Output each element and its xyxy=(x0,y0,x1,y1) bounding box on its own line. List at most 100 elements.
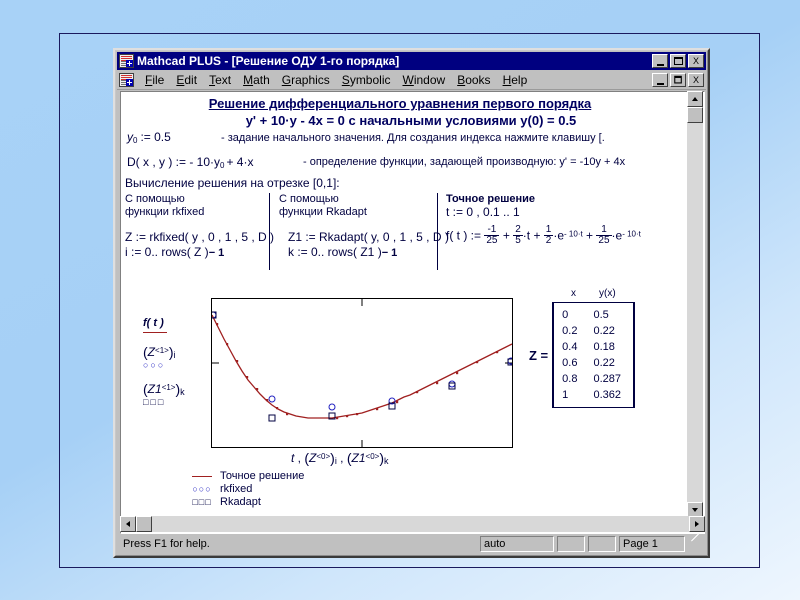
status-calc-mode[interactable]: auto xyxy=(480,536,554,552)
table-row: 0.8 0.287 xyxy=(560,371,627,387)
menu-item-symbolic[interactable]: Symbolic xyxy=(336,72,397,88)
exact-formula: f( t ) := -1 25 + 2 5 ·t + 1 2 ·e- 10·t … xyxy=(446,224,686,247)
horizontal-scroll-track[interactable] xyxy=(136,516,689,532)
term-3-exponent: - 10·t xyxy=(564,229,583,239)
cell-x: 0 xyxy=(562,309,569,321)
rkadapt-expression: Z1 := Rkadapt( y, 0 , 1 , 5 , D ) xyxy=(288,230,449,244)
legend-row-exact: Точное решение xyxy=(191,470,304,483)
region-derivative-definition[interactable]: D( x , y ) := - 10·y0 + 4·x xyxy=(127,155,253,170)
rkfixed-expression: Z := rkfixed( y , 0 , 1 , 5 , D ) xyxy=(125,230,275,244)
region-initial-value[interactable]: y0:= 0.5 xyxy=(127,130,171,145)
matrix-header-y: y(x) xyxy=(599,288,616,299)
child-window-buttons: 🗖 X xyxy=(652,73,706,87)
child-close-button[interactable]: X xyxy=(688,73,704,87)
plus-2: + xyxy=(533,228,541,243)
term-3-suffix: ·e xyxy=(553,228,565,243)
status-field-3 xyxy=(588,536,616,552)
table-row: 0.4 0.18 xyxy=(560,339,627,355)
rkfixed-title-line2: функции rkfixed xyxy=(125,206,205,218)
cell-y: 0.5 xyxy=(593,309,609,321)
cell-y: 0.22 xyxy=(593,325,615,337)
menu-item-math[interactable]: Math xyxy=(237,72,276,88)
legend-label-exact: Точное решение xyxy=(220,470,305,482)
resize-grip-icon[interactable] xyxy=(690,533,704,551)
d-definition-head: D( x , y ) := - 10·y xyxy=(127,155,221,169)
worksheet-heading-2: y' + 10·y - 4x = 0 с начальными условиям… xyxy=(245,113,577,128)
term-4-suffix: ·e xyxy=(611,228,623,243)
legend-line-swatch xyxy=(191,476,213,477)
menu-item-window[interactable]: Window xyxy=(397,72,452,88)
legend-label-rkadapt: Rkadapt xyxy=(220,496,261,508)
chevron-right-icon xyxy=(695,521,699,527)
cell-x: 0.2 xyxy=(562,325,578,337)
legend-row-rkfixed: ○○○ rkfixed xyxy=(191,483,304,496)
plot-svg xyxy=(209,299,515,447)
chevron-down-icon xyxy=(692,508,698,512)
window-title: Mathcad PLUS - [Решение ОДУ 1-го порядка… xyxy=(137,54,400,68)
legend-circle-markers: ○○○ xyxy=(143,360,166,370)
matrix-brackets: 0 0.5 0.2 0.22 0.4 0.18 0.6 0.22 0.8 0.287 10… xyxy=(552,302,635,408)
chevron-left-icon xyxy=(126,521,130,527)
horizontal-scroll-thumb[interactable] xyxy=(136,516,152,532)
legend-row-rkadapt: □□□ Rkadapt xyxy=(191,496,304,509)
region-rkfixed[interactable]: С помощью функции rkfixed Z := rkfixed( … xyxy=(125,193,275,261)
legend-series2-label: (Z<1>)i xyxy=(143,344,176,360)
menu-item-file[interactable]: File xyxy=(139,72,170,88)
plus-3: + xyxy=(586,228,594,243)
vertical-scroll-thumb[interactable] xyxy=(687,107,703,123)
vertical-scrollbar[interactable] xyxy=(687,91,703,518)
menu-item-books[interactable]: Books xyxy=(451,72,496,88)
region-matrix-output[interactable]: x y(x) Z = 0 0.5 0.2 0.22 0.4 0.18 0.6 0.22 … xyxy=(529,288,635,408)
menu-item-help[interactable]: Help xyxy=(497,72,534,88)
document-menu-icon[interactable] xyxy=(119,73,134,87)
plot-legend-left: f( t ) (Z<1>)i ○○○ (Z1<1>)k □□□ xyxy=(143,318,185,407)
child-restore-button[interactable]: 🗖 xyxy=(670,73,686,87)
mathcad-document-icon xyxy=(119,54,134,68)
status-help-text: Press F1 for help. xyxy=(123,538,210,550)
title-bar-buttons: X xyxy=(652,54,704,68)
rkadapt-range-variable: k := 0.. rows( Z1 )− 1 xyxy=(288,245,398,259)
mathcad-application-window: Mathcad PLUS - [Решение ОДУ 1-го порядка… xyxy=(113,48,710,558)
scroll-up-button[interactable] xyxy=(687,91,703,107)
chevron-up-icon xyxy=(692,97,698,101)
xy-plot[interactable] xyxy=(209,298,515,448)
minimize-button[interactable] xyxy=(652,54,668,68)
series-exact-curve xyxy=(211,314,513,419)
cell-x: 0.6 xyxy=(562,357,578,369)
y0-value: := 0.5 xyxy=(140,130,171,144)
scroll-left-button[interactable] xyxy=(120,516,136,532)
menu-item-graphics[interactable]: Graphics xyxy=(276,72,336,88)
cell-y: 0.287 xyxy=(593,373,621,385)
close-button[interactable]: X xyxy=(688,54,704,68)
horizontal-scrollbar[interactable] xyxy=(120,516,705,532)
title-bar[interactable]: Mathcad PLUS - [Решение ОДУ 1-го порядка… xyxy=(117,52,706,70)
worksheet-canvas[interactable]: Решение дифференциального уравнения перв… xyxy=(120,91,705,534)
matrix-name: Z = xyxy=(529,347,549,363)
status-field-2 xyxy=(557,536,585,552)
legend-circle-swatch: ○○○ xyxy=(192,484,212,494)
matrix-column-headers: x y(x) xyxy=(529,288,635,302)
matrix-header-x: x xyxy=(571,288,576,299)
child-minimize-button[interactable] xyxy=(652,73,668,87)
region-exact-solution[interactable]: Точное решение t := 0 , 0.1 .. 1 f( t ) … xyxy=(446,193,686,247)
exact-range-t: t := 0 , 0.1 .. 1 xyxy=(446,205,520,219)
legend-exact-line xyxy=(143,332,167,333)
legend-series3-label: (Z1<1>)k xyxy=(143,381,185,397)
cell-x: 0.4 xyxy=(562,341,578,353)
term-3-fraction: 1 2 xyxy=(543,224,554,246)
maximize-button[interactable] xyxy=(670,54,686,68)
matrix-table: 0 0.5 0.2 0.22 0.4 0.18 0.6 0.22 0.8 0.287 10… xyxy=(560,307,627,403)
menu-item-text[interactable]: Text xyxy=(203,72,237,88)
menu-bar[interactable]: File Edit Text Math Graphics Symbolic Wi… xyxy=(117,71,706,90)
rkfixed-title-line1: С помощью xyxy=(125,193,185,205)
menu-item-edit[interactable]: Edit xyxy=(170,72,203,88)
comment-derivative: - определение функции, задающей производ… xyxy=(303,156,626,168)
region-rkadapt[interactable]: С помощью функции Rkadapt Z1 := Rkadapt(… xyxy=(279,193,449,261)
term-2-suffix: ·t xyxy=(522,228,531,243)
vertical-scroll-track[interactable] xyxy=(687,107,703,502)
rkadapt-title-line1: С помощью xyxy=(279,193,339,205)
worksheet-page: Решение дифференциального уравнения перв… xyxy=(121,92,689,519)
cell-y: 0.18 xyxy=(593,341,615,353)
scroll-right-button[interactable] xyxy=(689,516,705,532)
y0-subscript: 0 xyxy=(133,136,138,145)
